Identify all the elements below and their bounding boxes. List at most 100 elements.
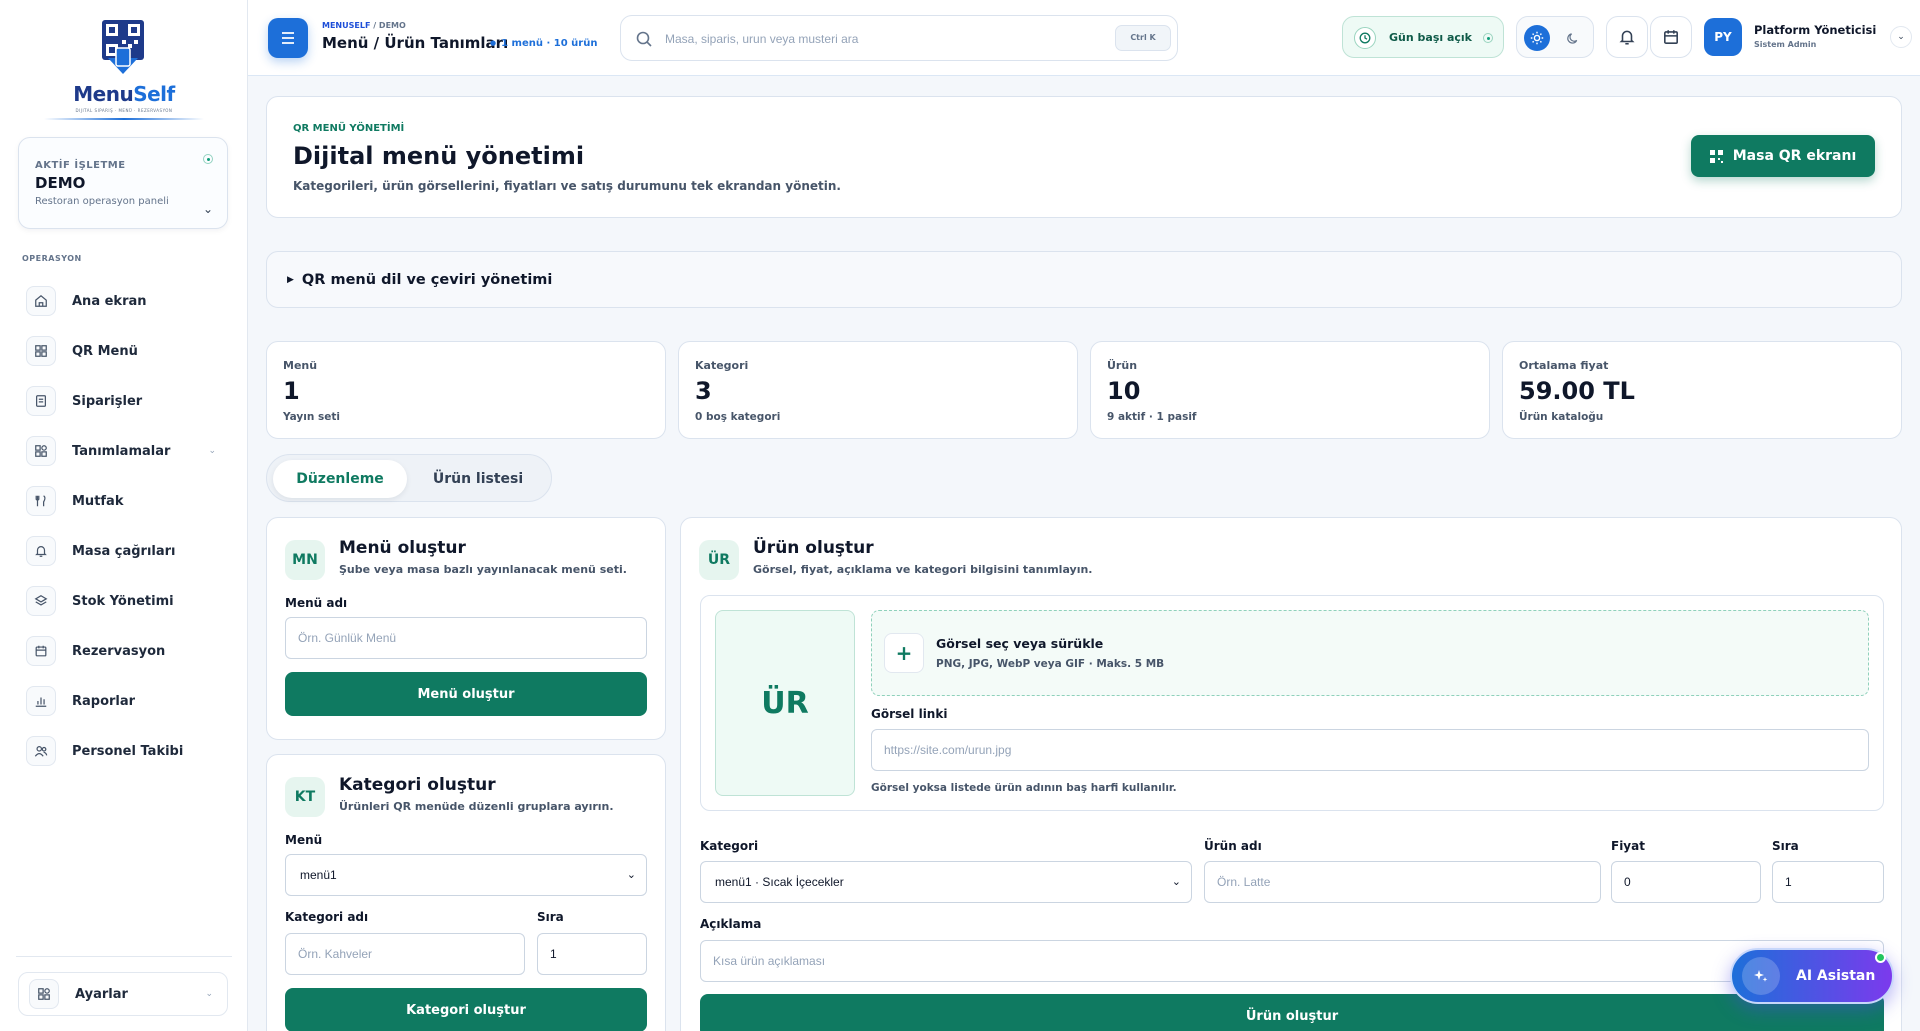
panel-title: Kategori oluştur (339, 775, 496, 795)
panel-subtitle: Şube veya masa bazlı yayınlanacak menü s… (339, 563, 627, 576)
create-product-button[interactable]: Ürün oluştur (700, 994, 1884, 1031)
sidebar-item-table-calls[interactable]: Masa çağrıları (26, 526, 226, 576)
grid-icon (26, 436, 56, 466)
category-name-input[interactable] (285, 933, 525, 975)
brand-logo[interactable]: MenuSelf DIJITAL SIPARIŞ · MENÜ · REZERV… (0, 14, 248, 124)
brand-name: MenuSelf (73, 82, 175, 106)
tab-product-list[interactable]: Ürün listesi (411, 460, 545, 498)
page-title: Menü / Ürün Tanımları (322, 34, 509, 52)
product-category-label: Kategori (700, 839, 759, 853)
sidebar-item-stock[interactable]: Stok Yönetimi (26, 576, 226, 626)
product-description-input[interactable] (700, 940, 1884, 982)
search-shortcut-badge: Ctrl K (1115, 25, 1171, 51)
image-link-input[interactable] (871, 729, 1869, 771)
sidebar-item-staff[interactable]: Personel Takibi (26, 726, 226, 776)
sidebar-item-label: Personel Takibi (72, 743, 184, 759)
sidebar-item-reports[interactable]: Raporlar (26, 676, 226, 726)
chevron-down-icon: ⌄ (202, 202, 213, 216)
sidebar-item-orders[interactable]: Siparişler (26, 376, 226, 426)
sidebar-item-definitions[interactable]: Tanımlamalar ⌄ (26, 426, 226, 476)
product-price-input[interactable] (1611, 861, 1761, 903)
moon-icon[interactable] (1559, 25, 1585, 51)
product-name-input[interactable] (1204, 861, 1601, 903)
product-category-select-value: menü1 · Sıcak İçecekler (715, 875, 844, 889)
table-qr-button-label: Masa QR ekranı (1732, 148, 1857, 164)
translation-accordion[interactable]: QR menü dil ve çeviri yönetimi (266, 251, 1902, 308)
tab-edit[interactable]: Düzenleme (273, 460, 407, 498)
view-tabs: Düzenleme Ürün listesi (266, 454, 552, 502)
sidebar-item-qr-menu[interactable]: QR Menü (26, 326, 226, 376)
status-dot-icon (203, 154, 213, 164)
chevron-down-icon: ⌄ (208, 446, 216, 456)
stat-label: Menü (283, 359, 318, 372)
breadcrumb: MENUSELF / DEMO (322, 21, 406, 30)
user-name: Platform Yöneticisi (1754, 23, 1877, 37)
bell-icon (26, 536, 56, 566)
menu-badge: MN (285, 540, 325, 580)
category-order-input[interactable] (537, 933, 647, 975)
translation-accordion-label: QR menü dil ve çeviri yönetimi (287, 272, 552, 288)
stat-value: 3 (695, 377, 712, 405)
business-name: DEMO (35, 174, 86, 192)
panel-subtitle: Ürünleri QR menüde düzenli gruplara ayır… (339, 800, 614, 813)
image-link-label: Görsel linki (871, 707, 948, 721)
sidebar-item-label: Mutfak (72, 493, 124, 509)
qr-logo-icon (102, 20, 144, 74)
create-category-card: KT Kategori oluştur Ürünleri QR menüde d… (266, 754, 666, 1031)
create-menu-button[interactable]: Menü oluştur (285, 672, 647, 716)
global-search[interactable]: Ctrl K (620, 15, 1178, 61)
home-icon (26, 286, 56, 316)
brand-tagline: DIJITAL SIPARIŞ · MENÜ · REZERVASYON (75, 108, 173, 113)
sidebar-item-label: Tanımlamalar (72, 443, 171, 459)
stat-label: Kategori (695, 359, 749, 372)
product-category-select[interactable]: menü1 · Sıcak İçecekler ⌄ (700, 861, 1192, 903)
category-menu-select[interactable]: menü1 ⌄ (285, 854, 647, 896)
menu-name-input[interactable] (285, 617, 647, 659)
create-category-button[interactable]: Kategori oluştur (285, 988, 647, 1031)
avatar: PY (1704, 18, 1742, 56)
search-input[interactable] (665, 27, 1085, 51)
sidebar-item-settings[interactable]: Ayarlar ⌄ (18, 972, 228, 1016)
business-subtitle: Restoran operasyon paneli (35, 196, 169, 207)
hero-kicker: QR MENÜ YÖNETİMİ (293, 123, 405, 134)
stat-value: 1 (283, 377, 300, 405)
sidebar-item-label: QR Menü (72, 343, 138, 359)
create-menu-card: MN Menü oluştur Şube veya masa bazlı yay… (266, 517, 666, 740)
sidebar-item-reservation[interactable]: Rezervasyon (26, 626, 226, 676)
product-price-label: Fiyat (1611, 839, 1645, 853)
panel-title: Menü oluştur (339, 538, 466, 558)
table-qr-button[interactable]: Masa QR ekranı (1691, 135, 1875, 177)
theme-toggle[interactable] (1516, 16, 1594, 58)
stat-subtext: 9 aktif · 1 pasif (1107, 411, 1197, 423)
sidebar-item-label: Masa çağrıları (72, 543, 176, 559)
image-dropzone[interactable]: + Görsel seç veya sürükle PNG, JPG, WebP… (871, 610, 1869, 696)
user-menu[interactable]: PY Platform Yöneticisi Sistem Admin ⌄ (1704, 16, 1914, 58)
image-hint: Görsel yoksa listede ürün adının baş har… (871, 782, 1177, 794)
sun-icon[interactable] (1524, 25, 1550, 51)
ai-assistant-button[interactable]: AI Asistan (1730, 948, 1894, 1004)
breadcrumb-separator: / (373, 21, 377, 30)
hero-title: Dijital menü yönetimi (293, 142, 585, 170)
chevron-down-icon[interactable]: ⌄ (1890, 26, 1912, 48)
business-label: AKTİF İŞLETME (35, 160, 126, 171)
sidebar: MenuSelf DIJITAL SIPARIŞ · MENÜ · REZERV… (0, 0, 248, 1031)
calendar-button[interactable] (1650, 16, 1692, 58)
chevron-down-icon: ⌄ (626, 869, 636, 881)
menu-toggle-button[interactable] (268, 18, 308, 58)
product-image-preview: ÜR (715, 610, 855, 796)
day-status-button[interactable]: Gün başı açık (1342, 16, 1504, 58)
notifications-button[interactable] (1606, 16, 1648, 58)
breadcrumb-root[interactable]: MENUSELF (322, 21, 370, 30)
plus-icon: + (884, 633, 924, 673)
sidebar-item-kitchen[interactable]: Mutfak (26, 476, 226, 526)
qr-icon (1709, 149, 1723, 163)
sidebar-item-home[interactable]: Ana ekran (26, 276, 226, 326)
stat-label: Ortalama fiyat (1519, 359, 1609, 372)
stat-value: 59.00 TL (1519, 377, 1635, 405)
product-order-input[interactable] (1772, 861, 1884, 903)
hamburger-icon (282, 32, 294, 44)
stat-subtext: 0 boş kategori (695, 411, 781, 423)
status-dot-icon (1483, 33, 1493, 43)
calendar-icon (26, 636, 56, 666)
active-business-selector[interactable]: AKTİF İŞLETME DEMO Restoran operasyon pa… (18, 137, 228, 229)
